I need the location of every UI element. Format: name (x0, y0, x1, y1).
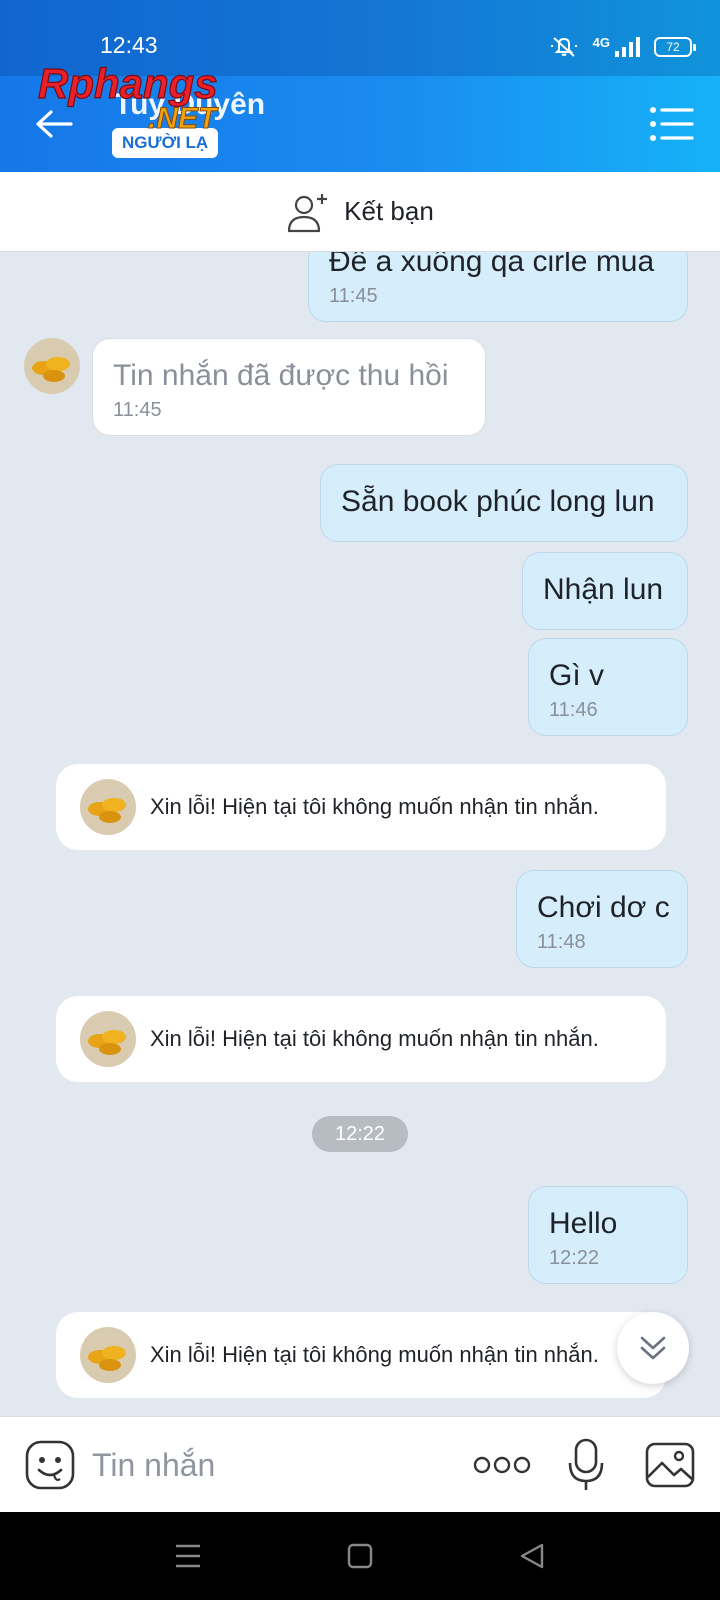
message-bubble-received[interactable]: Tin nhắn đã được thu hồi 11:45 (92, 338, 486, 436)
square-home-icon (347, 1543, 373, 1569)
message-text: Hello (549, 1207, 618, 1240)
auto-reply-text: Xin lỗi! Hiện tại tôi không muốn nhận ti… (150, 794, 599, 819)
mute-icon (550, 37, 577, 57)
network-type: 4G (592, 34, 610, 50)
auto-reply-message[interactable]: Xin lỗi! Hiện tại tôi không muốn nhận ti… (56, 764, 666, 850)
contact-avatar (80, 779, 136, 835)
auto-reply-message[interactable]: Xin lỗi! Hiện tại tôi không muốn nhận ti… (56, 996, 666, 1082)
system-back-button[interactable] (514, 1540, 550, 1572)
list-icon (650, 107, 694, 141)
sticker-button[interactable] (24, 1439, 76, 1491)
double-chevron-down-icon (640, 1336, 666, 1360)
chat-header: 12:43 4G 72 Tuy Duyên NGƯỜI LẠ Rphangs .… (0, 0, 720, 172)
contact-avatar (80, 1011, 136, 1067)
menu-lines-icon (176, 1544, 200, 1568)
watermark-logo: Rphangs .NET (37, 59, 219, 135)
svg-text:.NET: .NET (148, 102, 219, 135)
message-text: Nhận lun (543, 573, 664, 606)
time-divider: 12:22 (312, 1116, 408, 1152)
auto-reply-message[interactable]: Xin lỗi! Hiện tại tôi không muốn nhận ti… (56, 1312, 666, 1398)
message-bubble-sent[interactable]: Chơi dơ c 11:48 (516, 870, 688, 968)
scroll-to-bottom-button[interactable] (617, 1312, 689, 1384)
message-bubble-sent[interactable]: Sẵn book phúc long lun (320, 464, 688, 542)
message-bubble-sent[interactable]: Gì v 11:46 (528, 638, 688, 736)
add-friend-label: Kết bạn (344, 196, 434, 226)
auto-reply-text: Xin lỗi! Hiện tại tôi không muốn nhận ti… (150, 1026, 599, 1051)
message-input[interactable] (92, 1439, 432, 1491)
message-bubble-sent[interactable]: Hello 12:22 (528, 1186, 688, 1284)
send-image-button[interactable] (644, 1439, 696, 1491)
message-text: Chơi dơ c (537, 891, 670, 924)
system-nav-bar (0, 1512, 720, 1600)
home-button[interactable] (342, 1540, 378, 1572)
message-time: 12:22 (549, 1247, 600, 1269)
status-icons: 4G 72 (549, 34, 696, 60)
recalled-message-text: Tin nhắn đã được thu hồi (113, 359, 449, 392)
message-time: 11:45 (113, 399, 162, 421)
contact-avatar[interactable] (24, 338, 80, 394)
message-time: 11:45 (329, 285, 378, 307)
signal-icon (615, 37, 640, 57)
recent-apps-button[interactable] (170, 1540, 206, 1572)
status-time: 12:43 (100, 32, 158, 58)
svg-text:Rphangs: Rphangs (38, 60, 218, 107)
message-input-bar (0, 1416, 720, 1512)
more-options-button[interactable] (472, 1449, 532, 1481)
battery-icon: 72 (654, 37, 696, 57)
image-icon (645, 1442, 695, 1488)
add-friend-button[interactable]: Kết bạn (0, 172, 720, 252)
message-text: Gì v (549, 659, 605, 692)
message-text: Để a xuống qa cirle mua (329, 252, 655, 278)
message-bubble-sent[interactable]: Để a xuống qa cirle mua 11:45 (308, 252, 688, 322)
auto-reply-text: Xin lỗi! Hiện tại tôi không muốn nhận ti… (150, 1342, 599, 1367)
microphone-icon (568, 1438, 604, 1490)
smiley-sticker-icon (25, 1440, 75, 1490)
message-time: 11:46 (549, 699, 598, 721)
add-user-icon (288, 193, 328, 232)
menu-button[interactable] (648, 104, 696, 144)
more-dots-icon (473, 1456, 531, 1474)
message-time: 11:48 (537, 931, 586, 953)
triangle-back-icon (520, 1543, 544, 1569)
contact-avatar (80, 1327, 136, 1383)
chat-messages[interactable]: Để a xuống qa cirle mua 11:45 Tin nhắn đ… (0, 252, 720, 1416)
voice-message-button[interactable] (566, 1437, 606, 1493)
message-bubble-sent[interactable]: Nhận lun (522, 552, 688, 630)
message-text: Sẵn book phúc long lun (341, 485, 655, 518)
